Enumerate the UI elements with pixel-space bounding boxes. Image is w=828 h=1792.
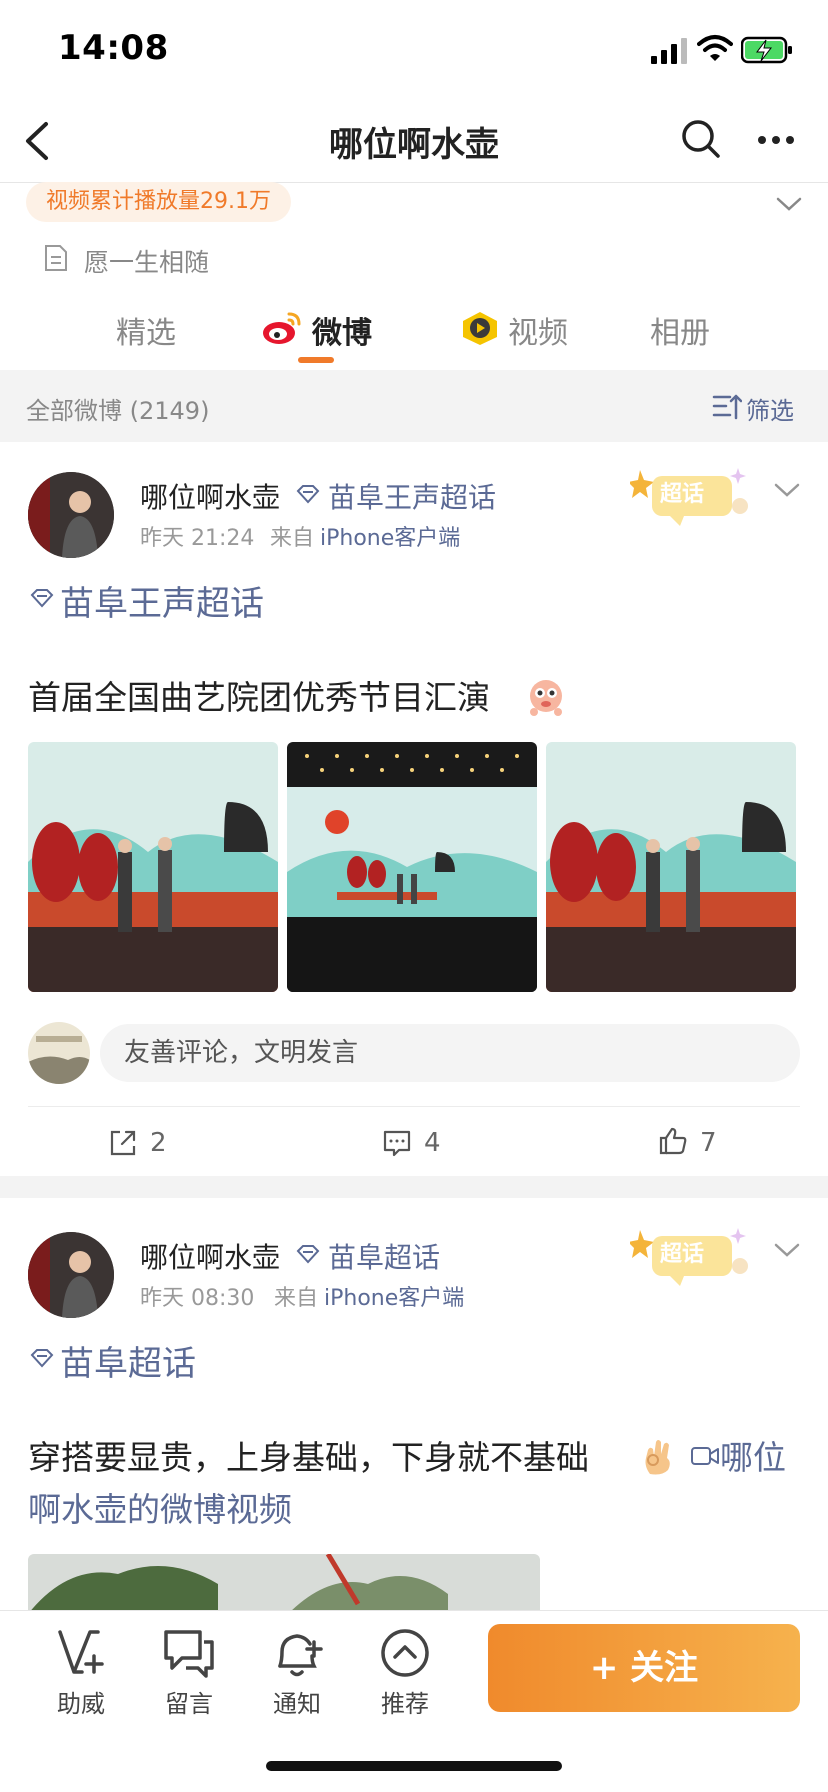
post-topic-link[interactable]: 苗阜王声超话 <box>60 576 264 625</box>
super-topic-icon <box>296 1245 320 1264</box>
avatar[interactable] <box>28 1232 114 1318</box>
post-source-prefix: 来自 <box>270 526 315 551</box>
post-photo-3[interactable] <box>546 742 796 992</box>
post-super-topic[interactable]: 苗阜超话 <box>328 1236 440 1276</box>
home-indicator <box>266 1761 562 1771</box>
video-camera-icon <box>691 1447 719 1465</box>
post-separator <box>0 1176 828 1198</box>
status-time: 14:08 <box>58 28 169 68</box>
video-logo-icon <box>463 312 497 345</box>
video-link-line1[interactable]: 哪位 <box>720 1430 786 1486</box>
sticker-label: 超话 <box>660 1242 705 1267</box>
tab-video[interactable]: 视频 <box>508 308 568 352</box>
cute-emoji-icon <box>530 680 562 716</box>
recommend-icon[interactable] <box>378 1626 432 1680</box>
follow-button[interactable]: + 关注 <box>488 1624 800 1712</box>
v-plus-icon[interactable] <box>54 1626 108 1680</box>
post-super-topic[interactable]: 苗阜王声超话 <box>328 476 496 516</box>
document-icon <box>45 245 67 271</box>
post-source[interactable]: iPhone客户端 <box>320 520 460 552</box>
battery-charging-icon <box>741 36 792 64</box>
weibo-logo-icon <box>263 312 301 344</box>
repost-icon[interactable] <box>108 1128 138 1158</box>
post-text: 首届全国曲艺院团优秀节目汇演 <box>28 678 490 717</box>
post-username[interactable]: 哪位啊水壶 <box>140 476 280 516</box>
tab-weibo[interactable]: 微博 <box>312 308 372 352</box>
wifi-icon <box>697 35 733 61</box>
filter-icon[interactable] <box>712 392 742 420</box>
repost-count: 2 <box>150 1128 167 1158</box>
bottom-recommend-label[interactable]: 推荐 <box>355 1684 455 1719</box>
comment-icon[interactable] <box>382 1128 412 1158</box>
post-text: 穿搭要显贵，上身基础，下身就不基础 <box>28 1438 589 1477</box>
post-time: 昨天 08:30 <box>140 1286 255 1311</box>
post-video-thumbnail[interactable] <box>28 1554 540 1614</box>
views-badge: 视频累计播放量29.1万 <box>26 182 291 222</box>
post-source-prefix: 来自 <box>274 1286 319 1311</box>
all-weibo-count: 全部微博 (2149) <box>26 397 210 425</box>
tab-album[interactable]: 相册 <box>650 308 710 352</box>
tab-featured[interactable]: 精选 <box>116 308 176 352</box>
post-menu-chevron-icon[interactable] <box>774 482 800 498</box>
cellular-signal-icon <box>651 38 687 64</box>
active-tab-indicator <box>298 357 334 363</box>
comment-input[interactable]: 友善评论，文明发言 <box>100 1024 800 1082</box>
bottom-cheer-label[interactable]: 助威 <box>31 1684 131 1719</box>
like-count: 7 <box>700 1128 717 1158</box>
super-topic-icon <box>296 485 320 504</box>
sticker-label: 超话 <box>660 482 705 507</box>
topic-diamond-icon <box>30 589 54 608</box>
ok-hand-emoji-icon <box>645 1440 670 1475</box>
more-icon[interactable] <box>756 134 796 146</box>
avatar[interactable] <box>28 472 114 558</box>
search-icon[interactable] <box>680 118 722 160</box>
filter-button[interactable]: 筛选 <box>746 391 794 426</box>
post-time: 昨天 21:24 <box>140 526 255 551</box>
bottom-message-label[interactable]: 留言 <box>139 1684 239 1719</box>
post-menu-chevron-icon[interactable] <box>774 1242 800 1258</box>
post-topic-link[interactable]: 苗阜超话 <box>60 1336 196 1385</box>
post-photo-1[interactable] <box>28 742 278 992</box>
message-icon[interactable] <box>162 1626 216 1680</box>
post-source[interactable]: iPhone客户端 <box>324 1280 464 1312</box>
post-divider <box>28 1106 800 1107</box>
profile-motto: 愿一生相随 <box>84 248 210 277</box>
chevron-down-icon[interactable] <box>776 196 802 212</box>
video-link-line2[interactable]: 啊水壶的微博视频 <box>28 1482 292 1538</box>
bottom-notify-label[interactable]: 通知 <box>247 1684 347 1719</box>
topic-diamond-icon <box>30 1349 54 1368</box>
like-icon[interactable] <box>658 1126 688 1156</box>
post-username[interactable]: 哪位啊水壶 <box>140 1236 280 1276</box>
bell-icon[interactable] <box>270 1626 324 1680</box>
my-avatar <box>28 1022 90 1084</box>
comment-count: 4 <box>424 1128 441 1158</box>
post-photo-2[interactable] <box>287 742 537 992</box>
